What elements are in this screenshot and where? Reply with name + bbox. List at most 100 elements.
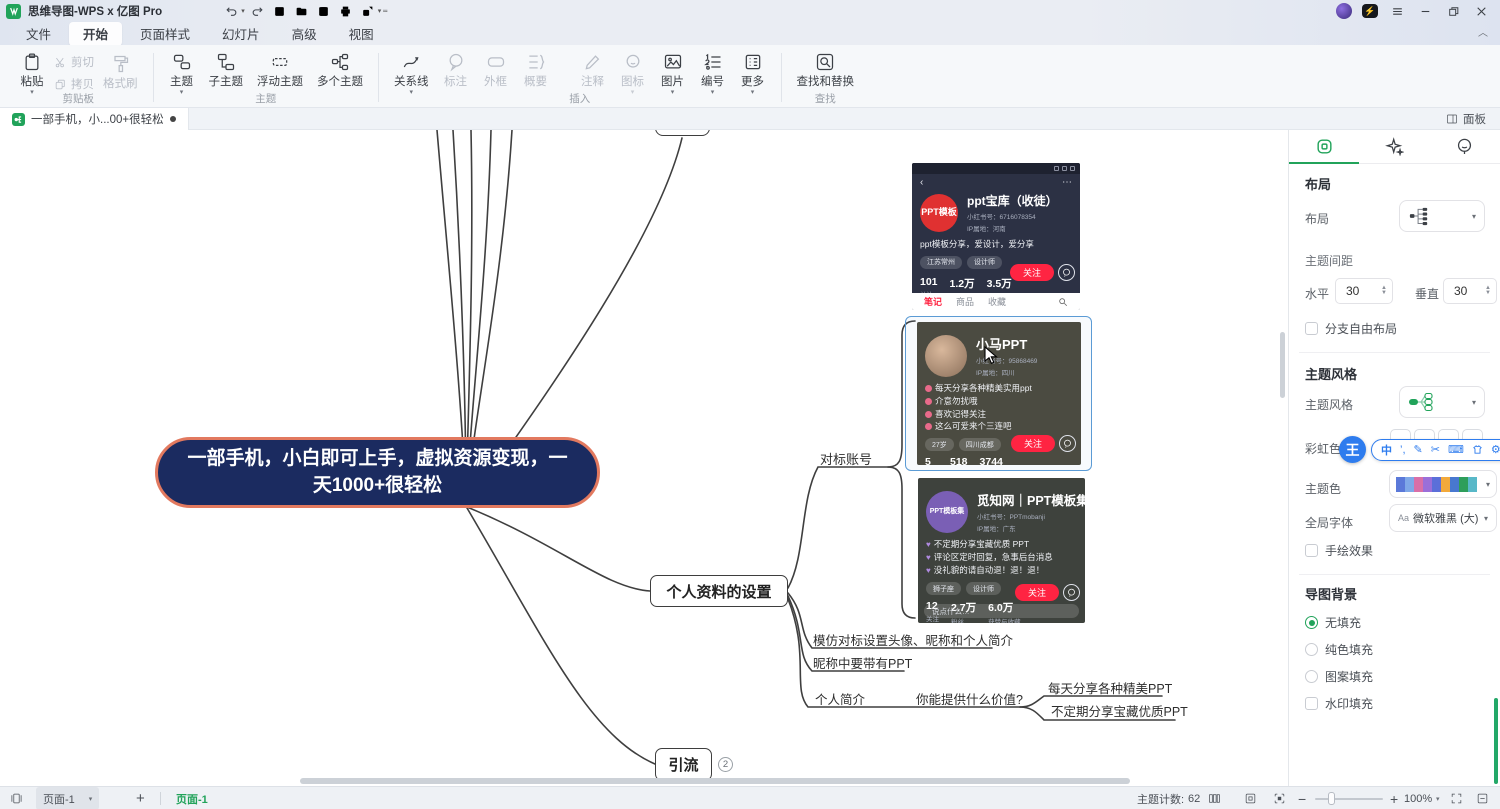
- theme-style-dropdown[interactable]: ▾: [1399, 386, 1485, 418]
- user-avatar[interactable]: [1336, 3, 1352, 19]
- subtopic-button[interactable]: 子主题: [204, 49, 249, 89]
- boundary-button[interactable]: 外框: [478, 49, 514, 89]
- close-button[interactable]: [1472, 2, 1490, 20]
- center-topic-icon[interactable]: [1273, 787, 1286, 809]
- ime-skin-icon[interactable]: [1472, 444, 1483, 455]
- icon-marker-button[interactable]: 图标 ▾: [615, 49, 651, 96]
- callout-button[interactable]: 标注: [438, 49, 474, 89]
- more-insert-button[interactable]: 更多 ▾: [735, 49, 771, 96]
- print-icon[interactable]: [337, 2, 355, 20]
- ime-badge[interactable]: 王: [1339, 436, 1366, 463]
- share-caret-icon[interactable]: ▾: [378, 7, 382, 15]
- bg-watermark-checkbox[interactable]: 水印填充: [1305, 695, 1373, 712]
- branch-label-imitate[interactable]: 模仿对标设置头像、昵称和个人简介: [813, 630, 1013, 649]
- canvas-horizontal-scrollbar[interactable]: [300, 778, 1130, 784]
- save-icon[interactable]: [315, 2, 333, 20]
- topic-button[interactable]: 主题 ▾: [164, 49, 200, 96]
- message-icon[interactable]: [1063, 584, 1080, 601]
- cropped-top-node[interactable]: [655, 130, 710, 136]
- cut-button[interactable]: 剪切: [54, 54, 94, 70]
- collapsed-count-badge[interactable]: 2: [718, 757, 733, 772]
- fullscreen-icon[interactable]: [1450, 787, 1463, 809]
- more-dots-icon[interactable]: ⋯: [1062, 177, 1072, 188]
- undo-icon[interactable]: [222, 2, 240, 20]
- document-tab[interactable]: 一部手机，小...00+很轻松: [0, 108, 189, 130]
- sidebar-scrollbar[interactable]: [1494, 698, 1498, 784]
- follow-button[interactable]: 关注: [1010, 264, 1054, 281]
- floating-topic-button[interactable]: 浮动主题: [252, 49, 308, 89]
- bg-pattern-radio[interactable]: 图案填充: [1305, 668, 1373, 685]
- note-button[interactable]: 注释: [575, 49, 611, 89]
- zoom-out-button[interactable]: −: [1298, 787, 1306, 809]
- fit-page-icon[interactable]: [1244, 787, 1257, 809]
- bg-solid-radio[interactable]: 纯色填充: [1305, 641, 1373, 658]
- ime-settings-icon[interactable]: ⚙: [1491, 443, 1500, 456]
- profile-card-xiaoma[interactable]: 小马PPT 小红书号：95868469 IP属地：四川 每天分享各种精美实用pp…: [917, 322, 1081, 465]
- paste-button[interactable]: 粘贴 ▾: [14, 49, 50, 96]
- numbering-button[interactable]: 编号 ▾: [695, 49, 731, 96]
- global-font-dropdown[interactable]: Aa 微软雅黑 (大) ▾: [1389, 504, 1497, 532]
- zoom-in-button[interactable]: +: [1390, 787, 1398, 809]
- zoom-level[interactable]: 100%: [1404, 787, 1432, 809]
- ime-keyboard-icon[interactable]: ⌨: [1448, 443, 1464, 456]
- comment-bar[interactable]: 说点什么…: [924, 604, 1079, 618]
- page-overview-icon[interactable]: [10, 787, 23, 809]
- theme-color-dropdown[interactable]: ▾: [1389, 470, 1497, 498]
- more-quickbar-icon[interactable]: ≂: [382, 7, 388, 15]
- format-painter-button[interactable]: 格式刷: [98, 49, 143, 91]
- hamburger-menu-icon[interactable]: [1388, 2, 1406, 20]
- page-selector-dropdown[interactable]: 页面-1 ▾: [36, 787, 99, 809]
- tab-notes[interactable]: 笔记: [924, 295, 942, 308]
- traffic-node[interactable]: 引流: [655, 748, 712, 781]
- mindmap-canvas[interactable]: 一部手机，小白即可上手，虚拟资源变现，一天1000+很轻松 个人资料的设置 引流…: [0, 130, 1288, 786]
- tab-layout[interactable]: [1289, 130, 1359, 163]
- minimize-button[interactable]: [1416, 2, 1434, 20]
- menu-advanced[interactable]: 高级: [278, 22, 331, 46]
- bg-none-radio[interactable]: 无填充: [1305, 614, 1361, 631]
- zoom-caret-icon[interactable]: ▾: [1436, 787, 1440, 809]
- back-icon[interactable]: ‹: [920, 177, 923, 188]
- profile-card-pptbaoku[interactable]: ‹ ⋯ PPT模板 ppt宝库（收徒） 小红书号：6716078354 IP属地…: [912, 163, 1080, 310]
- vip-badge-icon[interactable]: ⚡: [1362, 4, 1378, 18]
- search-icon[interactable]: [1058, 297, 1068, 307]
- collapse-ribbon-icon[interactable]: ︿: [1478, 24, 1488, 39]
- open-file-icon[interactable]: [293, 2, 311, 20]
- tab-ai-sparkle[interactable]: [1359, 130, 1429, 163]
- find-replace-button[interactable]: 查找和替换: [792, 49, 860, 89]
- new-file-icon[interactable]: [271, 2, 289, 20]
- free-layout-checkbox[interactable]: 分支自由布局: [1305, 320, 1397, 337]
- zoom-slider-thumb[interactable]: [1328, 792, 1335, 805]
- share-icon[interactable]: [359, 2, 377, 20]
- profile-card-mizhiwang[interactable]: PPT模板集 觅知网｜PPT模板集 小红书号：PPTmobanji IP属地：广…: [918, 478, 1085, 623]
- panel-toggle-button[interactable]: 面板: [1438, 108, 1494, 129]
- branch-label-benchmark[interactable]: 对标账号: [820, 449, 872, 468]
- multi-topic-button[interactable]: 多个主题: [312, 49, 368, 89]
- tab-collections[interactable]: 收藏: [988, 295, 1006, 308]
- horizontal-spacing-stepper[interactable]: 30 ▲▼: [1335, 278, 1393, 304]
- zoom-slider-track[interactable]: [1315, 798, 1383, 800]
- message-icon[interactable]: [1059, 435, 1076, 452]
- restore-button[interactable]: [1444, 2, 1462, 20]
- columns-view-icon[interactable]: [1208, 787, 1221, 809]
- ime-language-icon[interactable]: 中: [1381, 442, 1392, 458]
- menu-slides[interactable]: 幻灯片: [208, 22, 274, 46]
- ime-punctuation-icon[interactable]: ’,: [1400, 444, 1406, 456]
- message-icon[interactable]: [1058, 264, 1075, 281]
- stepper-down-icon[interactable]: ▼: [1381, 291, 1387, 296]
- canvas-vertical-scrollbar[interactable]: [1280, 332, 1285, 398]
- follow-button[interactable]: 关注: [1015, 584, 1059, 601]
- profile-settings-node[interactable]: 个人资料的设置: [650, 575, 788, 607]
- ime-scissors-icon[interactable]: ✂: [1431, 443, 1440, 456]
- menu-home[interactable]: 开始: [69, 22, 122, 46]
- redo-icon[interactable]: [249, 2, 267, 20]
- picture-button[interactable]: 图片 ▾: [655, 49, 691, 96]
- branch-label-daily-ppt[interactable]: 每天分享各种精美PPT: [1048, 678, 1172, 697]
- menu-view[interactable]: 视图: [335, 22, 388, 46]
- menu-file[interactable]: 文件: [12, 22, 65, 46]
- add-page-button[interactable]: +: [136, 787, 145, 809]
- copy-button[interactable]: 拷贝: [54, 76, 94, 92]
- ime-pencil-icon[interactable]: ✎: [1414, 443, 1423, 456]
- branch-label-treasure-ppt[interactable]: 不定期分享宝藏优质PPT: [1051, 701, 1188, 720]
- sketch-effect-checkbox[interactable]: 手绘效果: [1305, 542, 1373, 559]
- branch-label-nickname[interactable]: 昵称中要带有PPT: [813, 653, 912, 672]
